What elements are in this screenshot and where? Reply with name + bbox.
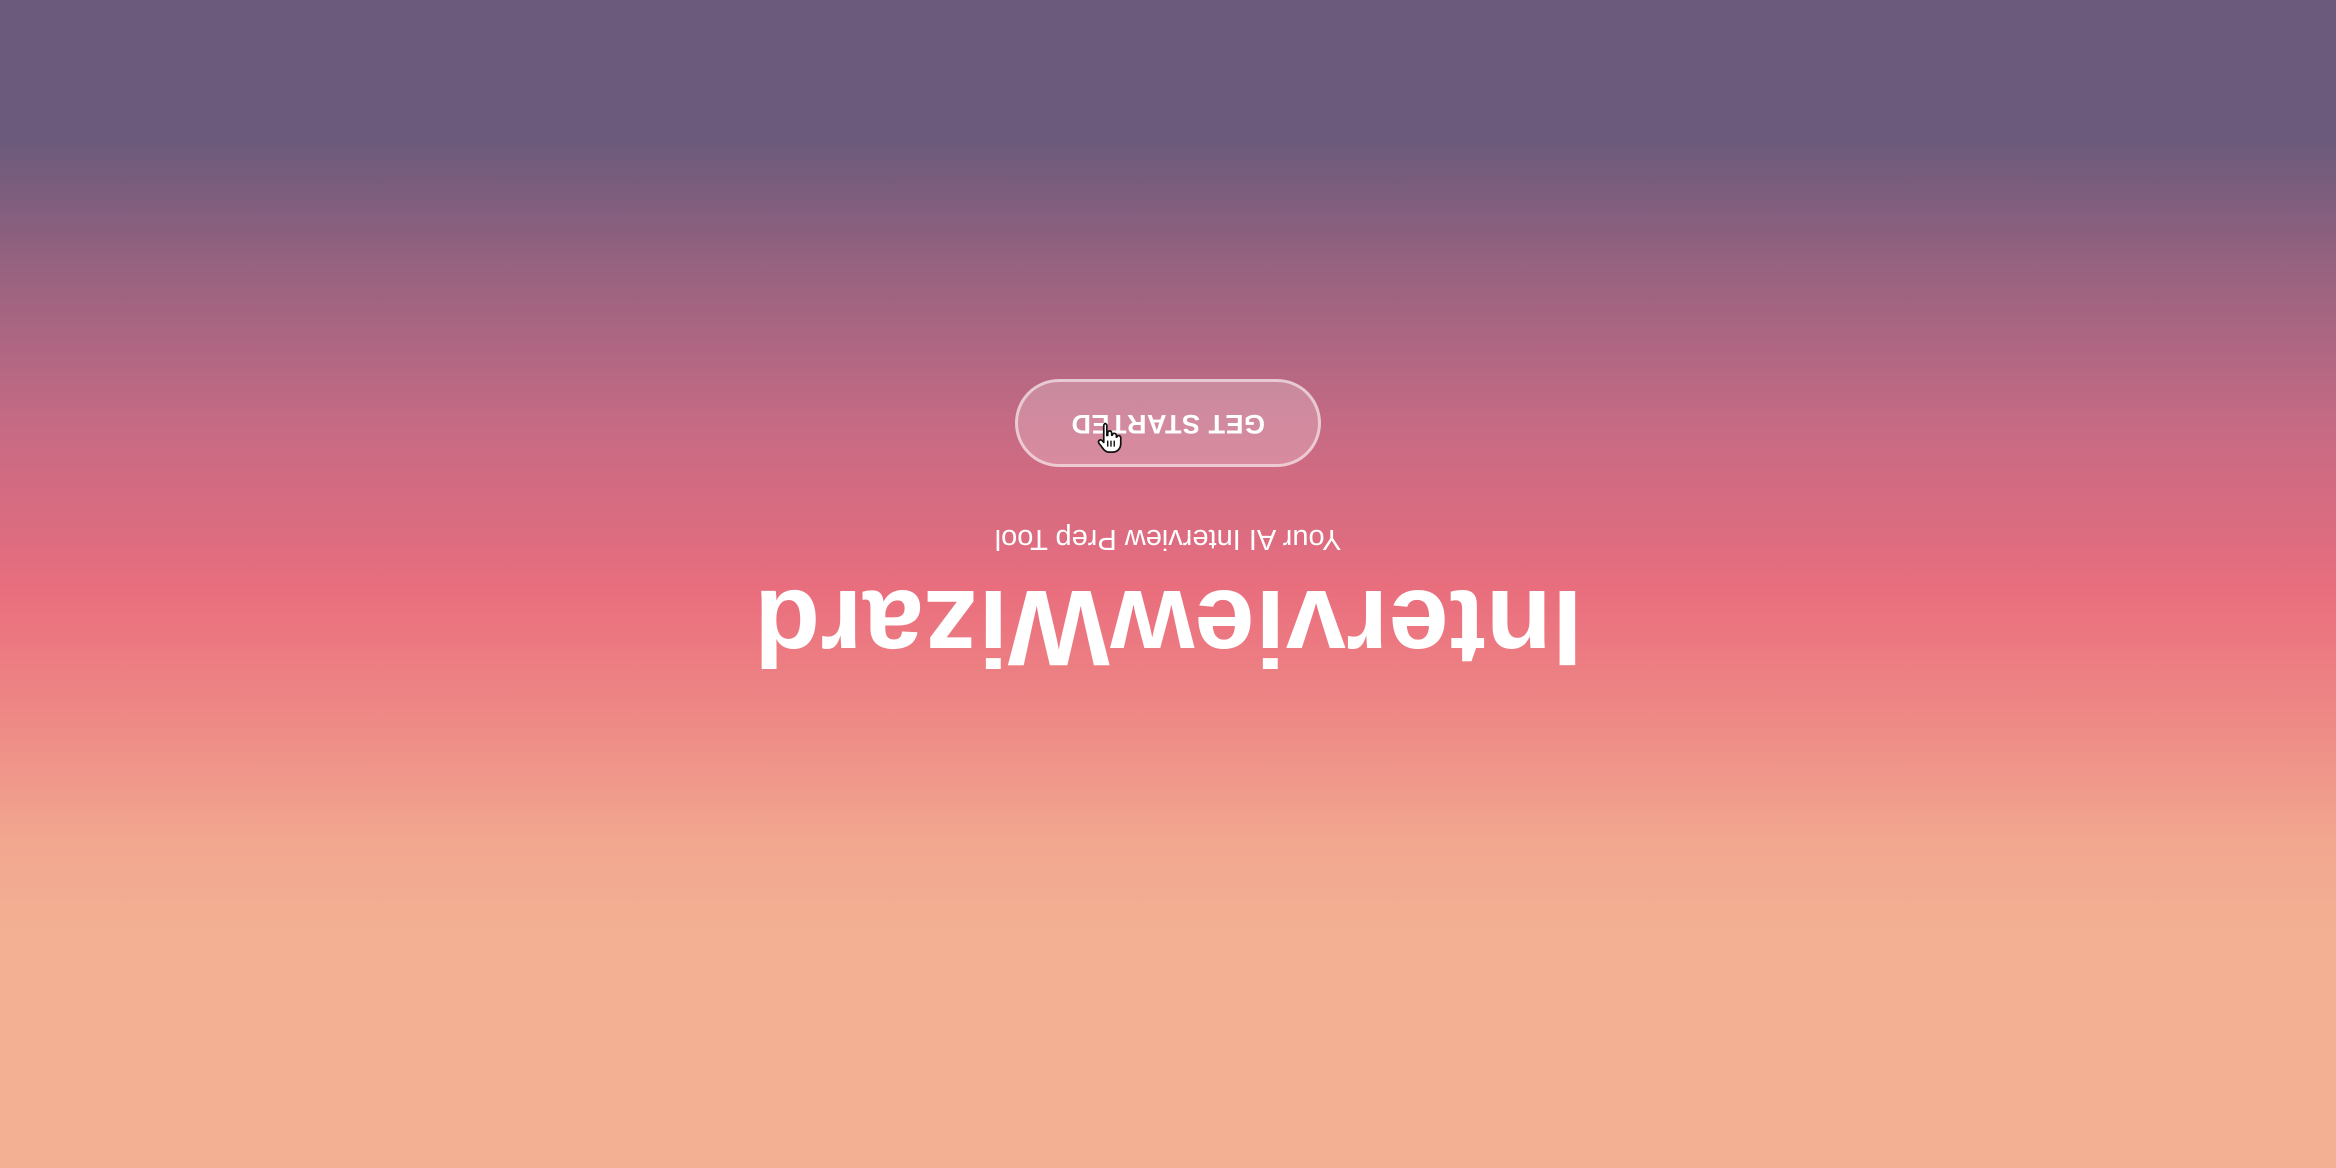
hand-pointer-cursor-icon bbox=[1097, 422, 1122, 454]
get-started-button[interactable]: GET STARTED bbox=[1015, 379, 1321, 468]
hero-content: InterviewWizard Your AI Interview Prep T… bbox=[0, 379, 2336, 689]
app-title: InterviewWizard bbox=[753, 568, 1583, 689]
landing-page: InterviewWizard Your AI Interview Prep T… bbox=[0, 0, 2336, 1168]
app-tagline: Your AI Interview Prep Tool bbox=[994, 523, 1342, 555]
hero-section: InterviewWizard Your AI Interview Prep T… bbox=[0, 0, 2336, 1168]
